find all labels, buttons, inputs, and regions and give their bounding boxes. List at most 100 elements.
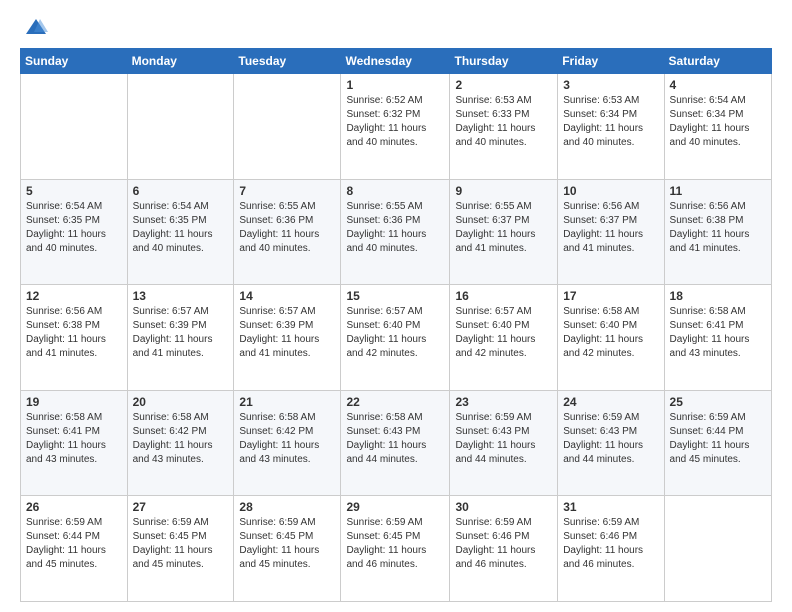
day-number: 6 (133, 184, 229, 198)
day-info: Sunrise: 6:59 AM Sunset: 6:44 PM Dayligh… (26, 516, 122, 572)
day-number: 16 (455, 289, 552, 303)
calendar-cell: 9 Sunrise: 6:55 AM Sunset: 6:37 PM Daylig… (450, 179, 558, 285)
day-info: Sunrise: 6:52 AM Sunset: 6:32 PM Dayligh… (346, 94, 444, 150)
day-info: Sunrise: 6:55 AM Sunset: 6:37 PM Dayligh… (455, 200, 552, 256)
day-number: 13 (133, 289, 229, 303)
day-number: 30 (455, 500, 552, 514)
day-number: 14 (239, 289, 335, 303)
calendar-cell: 6 Sunrise: 6:54 AM Sunset: 6:35 PM Daylig… (127, 179, 234, 285)
calendar-cell (127, 74, 234, 180)
day-info: Sunrise: 6:57 AM Sunset: 6:40 PM Dayligh… (455, 305, 552, 361)
calendar-cell: 18 Sunrise: 6:58 AM Sunset: 6:41 PM Dayli… (664, 285, 771, 391)
day-number: 20 (133, 395, 229, 409)
calendar-cell: 13 Sunrise: 6:57 AM Sunset: 6:39 PM Dayli… (127, 285, 234, 391)
day-number: 5 (26, 184, 122, 198)
day-info: Sunrise: 6:58 AM Sunset: 6:41 PM Dayligh… (670, 305, 766, 361)
calendar-cell: 4 Sunrise: 6:54 AM Sunset: 6:34 PM Daylig… (664, 74, 771, 180)
day-info: Sunrise: 6:54 AM Sunset: 6:35 PM Dayligh… (26, 200, 122, 256)
day-info: Sunrise: 6:57 AM Sunset: 6:40 PM Dayligh… (346, 305, 444, 361)
calendar-cell: 14 Sunrise: 6:57 AM Sunset: 6:39 PM Dayli… (234, 285, 341, 391)
calendar-cell: 30 Sunrise: 6:59 AM Sunset: 6:46 PM Dayli… (450, 496, 558, 602)
day-number: 22 (346, 395, 444, 409)
day-info: Sunrise: 6:56 AM Sunset: 6:37 PM Dayligh… (563, 200, 658, 256)
day-number: 9 (455, 184, 552, 198)
day-number: 26 (26, 500, 122, 514)
logo (20, 16, 48, 40)
day-info: Sunrise: 6:58 AM Sunset: 6:42 PM Dayligh… (239, 411, 335, 467)
day-info: Sunrise: 6:53 AM Sunset: 6:33 PM Dayligh… (455, 94, 552, 150)
day-number: 28 (239, 500, 335, 514)
day-number: 31 (563, 500, 658, 514)
page: SundayMondayTuesdayWednesdayThursdayFrid… (0, 0, 792, 612)
calendar-cell (21, 74, 128, 180)
day-number: 10 (563, 184, 658, 198)
calendar-cell: 17 Sunrise: 6:58 AM Sunset: 6:40 PM Dayli… (558, 285, 664, 391)
calendar-cell: 8 Sunrise: 6:55 AM Sunset: 6:36 PM Daylig… (341, 179, 450, 285)
day-number: 18 (670, 289, 766, 303)
calendar-cell (664, 496, 771, 602)
day-number: 29 (346, 500, 444, 514)
day-info: Sunrise: 6:59 AM Sunset: 6:45 PM Dayligh… (346, 516, 444, 572)
day-number: 15 (346, 289, 444, 303)
day-number: 3 (563, 78, 658, 92)
day-info: Sunrise: 6:55 AM Sunset: 6:36 PM Dayligh… (239, 200, 335, 256)
calendar-table: SundayMondayTuesdayWednesdayThursdayFrid… (20, 48, 772, 602)
day-header-saturday: Saturday (664, 49, 771, 74)
day-header-thursday: Thursday (450, 49, 558, 74)
calendar-cell: 15 Sunrise: 6:57 AM Sunset: 6:40 PM Dayli… (341, 285, 450, 391)
day-info: Sunrise: 6:54 AM Sunset: 6:34 PM Dayligh… (670, 94, 766, 150)
calendar-cell: 21 Sunrise: 6:58 AM Sunset: 6:42 PM Dayli… (234, 390, 341, 496)
calendar-cell: 5 Sunrise: 6:54 AM Sunset: 6:35 PM Daylig… (21, 179, 128, 285)
day-info: Sunrise: 6:56 AM Sunset: 6:38 PM Dayligh… (670, 200, 766, 256)
day-number: 2 (455, 78, 552, 92)
calendar-cell: 27 Sunrise: 6:59 AM Sunset: 6:45 PM Dayli… (127, 496, 234, 602)
day-number: 23 (455, 395, 552, 409)
day-info: Sunrise: 6:59 AM Sunset: 6:44 PM Dayligh… (670, 411, 766, 467)
calendar-cell: 26 Sunrise: 6:59 AM Sunset: 6:44 PM Dayli… (21, 496, 128, 602)
calendar-cell: 1 Sunrise: 6:52 AM Sunset: 6:32 PM Daylig… (341, 74, 450, 180)
calendar-cell: 2 Sunrise: 6:53 AM Sunset: 6:33 PM Daylig… (450, 74, 558, 180)
day-number: 21 (239, 395, 335, 409)
calendar-cell: 25 Sunrise: 6:59 AM Sunset: 6:44 PM Dayli… (664, 390, 771, 496)
day-number: 25 (670, 395, 766, 409)
day-info: Sunrise: 6:59 AM Sunset: 6:43 PM Dayligh… (455, 411, 552, 467)
day-info: Sunrise: 6:56 AM Sunset: 6:38 PM Dayligh… (26, 305, 122, 361)
day-info: Sunrise: 6:58 AM Sunset: 6:43 PM Dayligh… (346, 411, 444, 467)
calendar-cell: 10 Sunrise: 6:56 AM Sunset: 6:37 PM Dayli… (558, 179, 664, 285)
day-number: 17 (563, 289, 658, 303)
calendar-cell: 31 Sunrise: 6:59 AM Sunset: 6:46 PM Dayli… (558, 496, 664, 602)
calendar-cell: 12Sunrise: 6:56 AM Sunset: 6:38 PM Dayli… (21, 285, 128, 391)
calendar-cell: 7 Sunrise: 6:55 AM Sunset: 6:36 PM Daylig… (234, 179, 341, 285)
day-info: Sunrise: 6:59 AM Sunset: 6:46 PM Dayligh… (563, 516, 658, 572)
day-info: Sunrise: 6:57 AM Sunset: 6:39 PM Dayligh… (239, 305, 335, 361)
day-info: Sunrise: 6:59 AM Sunset: 6:45 PM Dayligh… (133, 516, 229, 572)
day-header-wednesday: Wednesday (341, 49, 450, 74)
day-info: Sunrise: 6:55 AM Sunset: 6:36 PM Dayligh… (346, 200, 444, 256)
day-header-sunday: Sunday (21, 49, 128, 74)
day-number: 27 (133, 500, 229, 514)
day-header-monday: Monday (127, 49, 234, 74)
day-number: 24 (563, 395, 658, 409)
day-number: 11 (670, 184, 766, 198)
day-info: Sunrise: 6:59 AM Sunset: 6:46 PM Dayligh… (455, 516, 552, 572)
day-number: 8 (346, 184, 444, 198)
calendar-cell: 11 Sunrise: 6:56 AM Sunset: 6:38 PM Dayli… (664, 179, 771, 285)
calendar-cell: 28 Sunrise: 6:59 AM Sunset: 6:45 PM Dayli… (234, 496, 341, 602)
calendar-cell: 22 Sunrise: 6:58 AM Sunset: 6:43 PM Dayli… (341, 390, 450, 496)
day-number: 4 (670, 78, 766, 92)
day-header-friday: Friday (558, 49, 664, 74)
calendar-cell: 20 Sunrise: 6:58 AM Sunset: 6:42 PM Dayli… (127, 390, 234, 496)
day-number: 1 (346, 78, 444, 92)
day-info: Sunrise: 6:58 AM Sunset: 6:40 PM Dayligh… (563, 305, 658, 361)
day-info: Sunrise: 6:58 AM Sunset: 6:41 PM Dayligh… (26, 411, 122, 467)
day-info: Sunrise: 6:59 AM Sunset: 6:45 PM Dayligh… (239, 516, 335, 572)
logo-icon (24, 16, 48, 40)
day-info: Sunrise: 6:57 AM Sunset: 6:39 PM Dayligh… (133, 305, 229, 361)
day-info: Sunrise: 6:58 AM Sunset: 6:42 PM Dayligh… (133, 411, 229, 467)
calendar-cell: 3Sunrise: 6:53 AM Sunset: 6:34 PM Daylig… (558, 74, 664, 180)
day-number: 19 (26, 395, 122, 409)
day-info: Sunrise: 6:54 AM Sunset: 6:35 PM Dayligh… (133, 200, 229, 256)
calendar-cell: 23 Sunrise: 6:59 AM Sunset: 6:43 PM Dayli… (450, 390, 558, 496)
day-number: 7 (239, 184, 335, 198)
calendar-cell (234, 74, 341, 180)
